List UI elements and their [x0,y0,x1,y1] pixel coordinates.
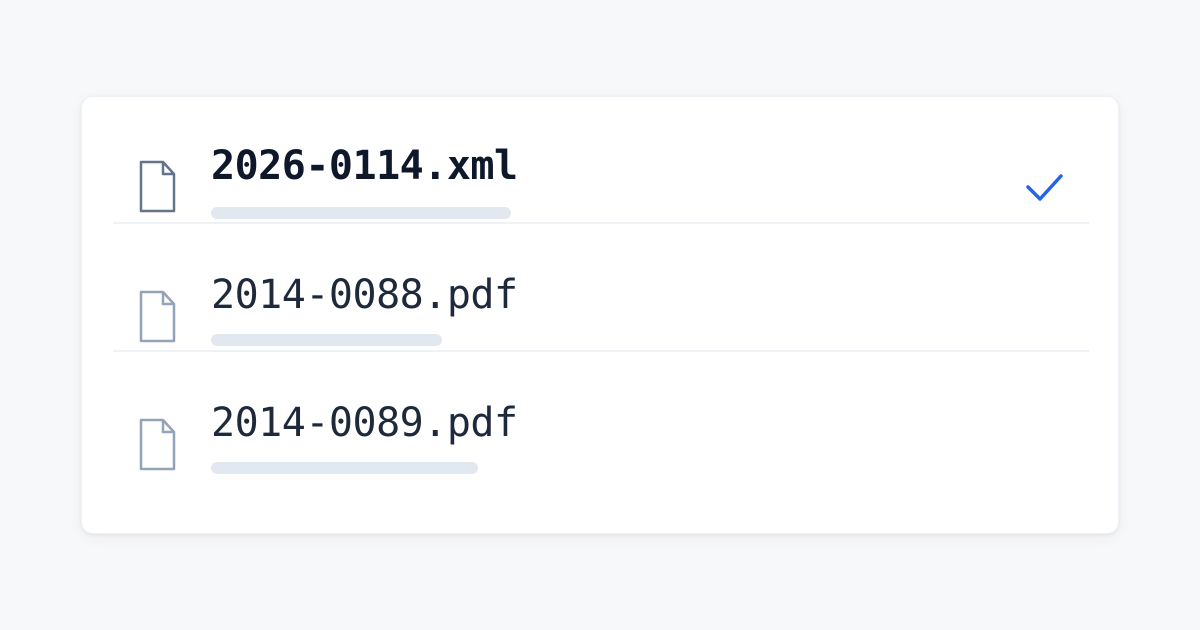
file-list-card: 2026-0114.xml 2014-0088.pdf 2014-0089.pd… [81,96,1119,534]
file-progress-bar [211,462,478,474]
file-progress-bar [211,334,442,346]
file-icon [139,160,176,213]
file-name: 2014-0089.pdf [211,400,518,446]
file-icon [139,418,176,471]
file-row-selected[interactable]: 2026-0114.xml [113,96,1089,224]
file-icon [139,290,176,343]
check-icon [1026,174,1063,201]
file-progress-bar [211,207,511,219]
file-row[interactable]: 2014-0088.pdf [113,224,1089,352]
file-name: 2014-0088.pdf [211,272,518,318]
file-row[interactable]: 2014-0089.pdf [113,352,1089,480]
file-name: 2026-0114.xml [211,143,518,189]
